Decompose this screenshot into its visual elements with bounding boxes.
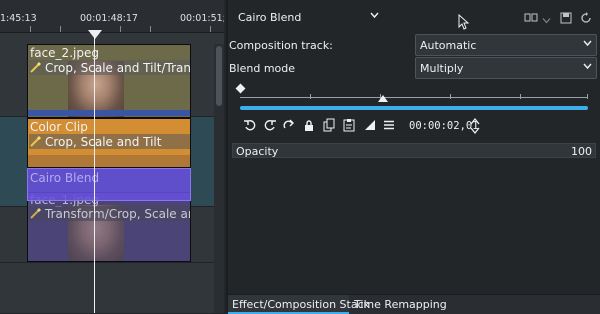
time-ruler[interactable]: 1:45:13 00:01:48:17 00:01:51;2 [0, 0, 224, 33]
tab-time-remapping[interactable]: Time Remapping [350, 295, 460, 314]
effect-icon [30, 208, 41, 219]
keyframe-range-bar[interactable] [240, 106, 588, 110]
track-a1[interactable] [0, 262, 214, 313]
effect-icon [30, 136, 41, 147]
keyframe-ruler-tick [310, 94, 311, 99]
mouse-cursor-icon [458, 14, 470, 30]
chevron-down-icon [583, 63, 592, 70]
clip-face-1[interactable]: face_1.jpeg Transform/Crop, Scale and Ti… [27, 192, 191, 262]
clip-effect-label: Crop, Scale and Tilt/Transform [45, 60, 191, 75]
composition-name: Cairo Blend [238, 11, 302, 24]
opacity-slider[interactable]: Opacity 100 [232, 143, 596, 158]
clip-face-2[interactable]: face_2.jpeg Crop, Scale and Tilt/Transfo… [27, 44, 191, 118]
composition-selector[interactable]: Cairo Blend [234, 6, 384, 28]
clip-strip [28, 155, 190, 167]
keyframe-timecode[interactable]: 00:00:02,01 [409, 120, 479, 132]
clip-strip [28, 110, 190, 116]
chevron-down-icon[interactable] [542, 14, 551, 28]
rotate-right-icon[interactable] [263, 118, 277, 132]
keyframe-ruler-tick [450, 94, 451, 99]
effect-icon [30, 62, 41, 73]
ruler-label: 00:01:48:17 [80, 13, 138, 24]
chevron-down-icon [370, 12, 379, 19]
blend-mode-dropdown[interactable]: Multiply [415, 57, 597, 79]
spin-arrows-icon[interactable] [470, 117, 480, 135]
ruler-tick [30, 26, 31, 32]
opacity-value: 100 [571, 145, 592, 158]
keyframe-position-cursor[interactable] [377, 95, 388, 102]
lock-icon[interactable] [302, 118, 316, 132]
ruler-tick [120, 26, 121, 32]
composition-track-label: Composition track: [229, 39, 333, 52]
redo-icon[interactable] [282, 118, 296, 132]
playhead-handle[interactable] [88, 30, 102, 39]
composition-track-value: Automatic [420, 39, 477, 52]
copy-icon[interactable] [322, 118, 336, 132]
timeline-panel: 1:45:13 00:01:48:17 00:01:51;2 face_2.jp… [0, 0, 224, 313]
paste-icon[interactable] [342, 118, 356, 132]
clip-effect-badge[interactable]: Crop, Scale and Tilt/Transform [29, 60, 191, 75]
playhead-line [94, 32, 95, 313]
tab-effect-composition-stack[interactable]: Effect/Composition Stack [228, 295, 370, 314]
clip-effect-badge[interactable]: Transform/Crop, Scale and Tilt [29, 206, 190, 221]
ruler-label: 00:01:51;2 [180, 13, 224, 24]
ruler-tick [60, 26, 61, 32]
blend-mode-value: Multiply [420, 62, 464, 75]
opacity-label: Opacity [236, 145, 279, 158]
compare-icon[interactable] [524, 11, 538, 25]
composition-track-dropdown[interactable]: Automatic [415, 34, 597, 56]
composition-label: Cairo Blend [30, 171, 100, 185]
clip-color[interactable]: Color Clip Crop, Scale and Tilt [27, 118, 191, 168]
scrollbar-thumb[interactable] [216, 46, 222, 106]
rotate-left-icon[interactable] [243, 118, 257, 132]
ruler-tick [210, 26, 211, 32]
ruler-tick [150, 26, 151, 32]
clip-title: face_2.jpeg [30, 46, 99, 60]
keyframe-ruler-tick [520, 94, 521, 99]
chevron-down-icon [583, 40, 592, 47]
reset-icon[interactable] [580, 11, 592, 25]
keyframe-ruler-tick [587, 94, 588, 99]
clip-effect-badge[interactable]: Crop, Scale and Tilt [29, 134, 190, 149]
composition-cairo-blend[interactable]: Cairo Blend [27, 168, 191, 201]
clip-effect-label: Crop, Scale and Tilt [45, 134, 162, 149]
keyframe-ruler[interactable] [240, 97, 588, 98]
curve-icon[interactable] [363, 118, 377, 132]
ruler-label: 1:45:13 [0, 13, 37, 24]
save-icon[interactable] [560, 11, 572, 25]
bottom-tab-bar: Effect/Composition Stack Time Remapping [228, 294, 600, 314]
menu-icon[interactable] [382, 118, 396, 132]
track-divider [0, 262, 214, 263]
blend-mode-label: Blend mode [229, 62, 296, 75]
clip-title: Color Clip [30, 120, 88, 134]
clip-effect-label: Transform/Crop, Scale and Tilt [45, 206, 190, 221]
